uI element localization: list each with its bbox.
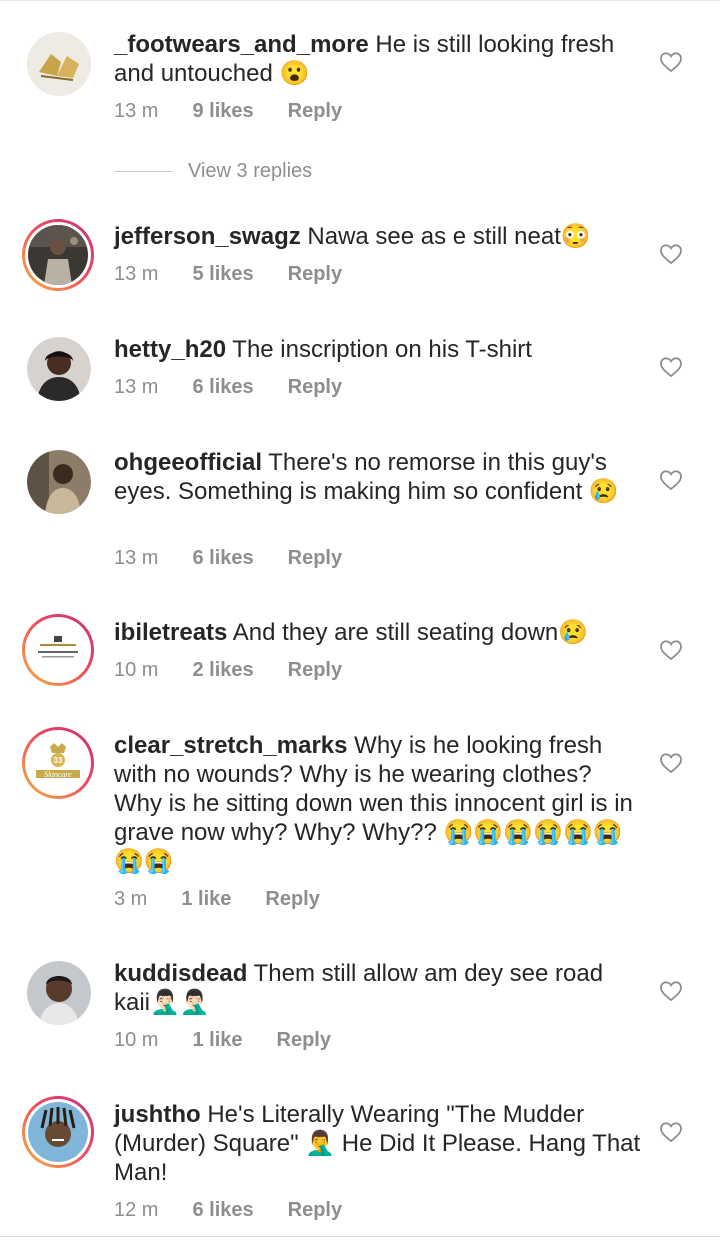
comment-time: 13 m xyxy=(114,263,159,285)
avatar[interactable]: 33 Skincare xyxy=(22,727,94,799)
comment-body: ohgeeofficial There's no remorse in this… xyxy=(114,448,644,506)
comment-meta: 13 m 5 likes Reply xyxy=(114,263,342,286)
comment-text: Nawa see as e still neat😳 xyxy=(300,223,591,250)
comment-username[interactable]: ibiletreats xyxy=(114,619,227,646)
comment-time: 13 m xyxy=(114,547,159,569)
heart-icon[interactable] xyxy=(659,356,683,378)
comment-time: 13 m xyxy=(114,376,159,398)
heart-icon[interactable] xyxy=(659,51,683,73)
top-divider xyxy=(0,0,720,5)
comment-body: clear_stretch_marks Why is he looking fr… xyxy=(114,731,644,876)
comment-username[interactable]: ohgeeofficial xyxy=(114,449,262,476)
comment-text: The inscription on his T-shirt xyxy=(226,336,532,363)
comment-body: ibiletreats And they are still seating d… xyxy=(114,618,644,647)
comment-meta: 10 m 2 likes Reply xyxy=(114,659,342,682)
shoe-avatar-image xyxy=(27,32,91,96)
skincare-logo-text: Skincare xyxy=(44,770,72,779)
comment-body: hetty_h20 The inscription on his T-shirt xyxy=(114,335,644,364)
avatar[interactable] xyxy=(27,32,91,96)
reply-button[interactable]: Reply xyxy=(265,888,319,911)
comment-username[interactable]: hetty_h20 xyxy=(114,336,226,363)
comment-likes-button[interactable]: 6 likes xyxy=(192,1199,253,1222)
comment-time: 3 m xyxy=(114,888,148,910)
portrait-avatar-image xyxy=(27,337,91,401)
view-replies-label: View 3 replies xyxy=(188,160,313,182)
heart-icon[interactable] xyxy=(659,243,683,265)
skincare-logo-avatar-image: 33 Skincare xyxy=(28,733,88,793)
comment-time: 10 m xyxy=(114,1029,159,1051)
heart-icon[interactable] xyxy=(659,980,683,1002)
portrait-avatar-image xyxy=(28,1102,88,1162)
heart-icon[interactable] xyxy=(659,1121,683,1143)
reply-button[interactable]: Reply xyxy=(277,1029,331,1052)
avatar[interactable] xyxy=(22,1096,94,1168)
comment-body: jushtho He's Literally Wearing "The Mudd… xyxy=(114,1100,644,1187)
studio-avatar-image xyxy=(28,225,88,285)
comment-likes-button[interactable]: 9 likes xyxy=(192,100,253,123)
portrait-avatar-image xyxy=(27,961,91,1025)
comment-meta: 3 m 1 like Reply xyxy=(114,888,320,911)
comment-likes-button[interactable]: 6 likes xyxy=(192,547,253,570)
comment-time: 13 m xyxy=(114,100,159,122)
comment-meta: 13 m 6 likes Reply xyxy=(114,376,342,399)
avatar[interactable] xyxy=(22,614,94,686)
comment-likes-button[interactable]: 1 like xyxy=(192,1029,242,1052)
heart-icon[interactable] xyxy=(659,639,683,661)
avatar[interactable] xyxy=(27,450,91,514)
replies-divider-line xyxy=(114,171,172,172)
comment-username[interactable]: jefferson_swagz xyxy=(114,223,301,250)
heart-icon[interactable] xyxy=(659,469,683,491)
comment-body: jefferson_swagz Nawa see as e still neat… xyxy=(114,222,644,251)
comment-username[interactable]: _footwears_and_more xyxy=(114,31,369,58)
comment-meta: 13 m 9 likes Reply xyxy=(114,100,342,123)
comment-body: _footwears_and_more He is still looking … xyxy=(114,30,644,88)
comment-likes-button[interactable]: 2 likes xyxy=(192,659,253,682)
skincare-badge-text: 33 xyxy=(54,756,63,765)
reply-button[interactable]: Reply xyxy=(288,1199,342,1222)
avatar[interactable] xyxy=(22,219,94,291)
reply-button[interactable]: Reply xyxy=(288,376,342,399)
reply-button[interactable]: Reply xyxy=(288,100,342,123)
comment-meta: 13 m 6 likes Reply xyxy=(114,547,342,570)
comment-username[interactable]: jushtho xyxy=(114,1101,201,1128)
comment-likes-button[interactable]: 5 likes xyxy=(192,263,253,286)
avatar[interactable] xyxy=(27,337,91,401)
reply-button[interactable]: Reply xyxy=(288,263,342,286)
comment-body: kuddisdead Them still allow am dey see r… xyxy=(114,959,644,1017)
comment-text: And they are still seating down😢 xyxy=(227,619,589,646)
comment-meta: 12 m 6 likes Reply xyxy=(114,1199,342,1222)
portrait-avatar-image xyxy=(27,450,91,514)
comment-likes-button[interactable]: 6 likes xyxy=(192,376,253,399)
comment-time: 10 m xyxy=(114,659,159,681)
comment-time: 12 m xyxy=(114,1199,159,1221)
reply-button[interactable]: Reply xyxy=(288,659,342,682)
comment-meta: 10 m 1 like Reply xyxy=(114,1029,331,1052)
comment-likes-button[interactable]: 1 like xyxy=(181,888,231,911)
reply-button[interactable]: Reply xyxy=(288,547,342,570)
avatar[interactable] xyxy=(27,961,91,1025)
heart-icon[interactable] xyxy=(659,752,683,774)
bottom-divider xyxy=(0,1236,720,1237)
comment-username[interactable]: kuddisdead xyxy=(114,960,247,987)
comment-username[interactable]: clear_stretch_marks xyxy=(114,732,348,759)
logo-avatar-image xyxy=(28,620,88,680)
